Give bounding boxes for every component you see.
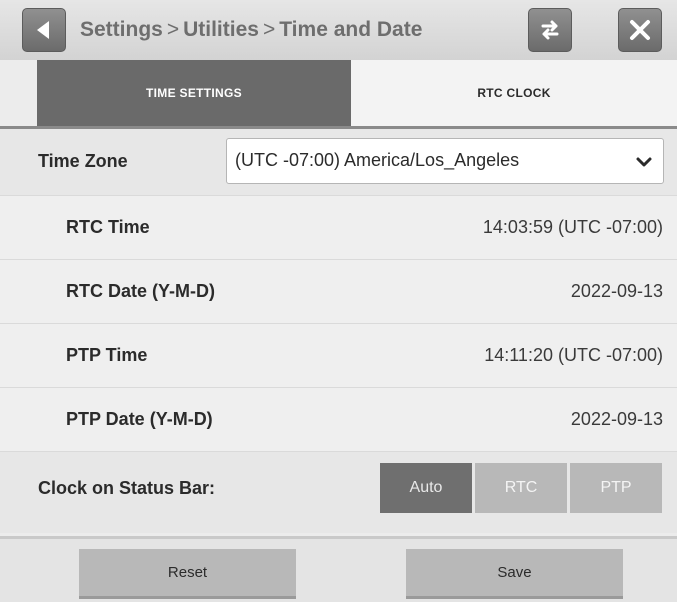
ptp-date-value: 2022-09-13 bbox=[570, 409, 663, 429]
breadcrumb-utilities[interactable]: Utilities bbox=[183, 18, 259, 41]
clock-status-bar-label: Clock on Status Bar: bbox=[38, 478, 216, 498]
tab-bar: TIME SETTINGS RTC CLOCK bbox=[0, 60, 677, 126]
close-icon bbox=[630, 20, 650, 40]
swap-button[interactable] bbox=[528, 8, 572, 52]
ptp-time-row: PTP Time 14:11:20 (UTC -07:00) bbox=[0, 323, 677, 387]
swap-arrows-icon bbox=[541, 20, 559, 40]
rtc-date-value: 2022-09-13 bbox=[570, 281, 663, 301]
ptp-date-label: PTP Date (Y-M-D) bbox=[66, 409, 213, 429]
chevron-down-icon bbox=[636, 157, 652, 167]
tab-time-settings[interactable]: TIME SETTINGS bbox=[37, 60, 351, 126]
time-zone-value: (UTC -07:00) America/Los_Angeles bbox=[235, 150, 520, 170]
breadcrumb-separator: > bbox=[262, 18, 276, 41]
ptp-time-value: 14:11:20 (UTC -07:00) bbox=[484, 345, 663, 365]
footer-bar: Reset Save bbox=[0, 539, 677, 602]
clock-status-bar-row: Clock on Status Bar: Auto RTC PTP bbox=[0, 451, 677, 533]
ptp-time-label: PTP Time bbox=[66, 345, 148, 365]
reset-button[interactable]: Reset bbox=[79, 549, 296, 599]
time-zone-select[interactable]: (UTC -07:00) America/Los_Angeles bbox=[226, 138, 664, 184]
clock-option-auto[interactable]: Auto bbox=[380, 463, 472, 513]
rtc-date-row: RTC Date (Y-M-D) 2022-09-13 bbox=[0, 259, 677, 323]
breadcrumb-time-and-date: Time and Date bbox=[279, 18, 423, 41]
breadcrumb-separator: > bbox=[166, 18, 180, 41]
time-zone-label: Time Zone bbox=[38, 151, 128, 171]
clock-option-rtc[interactable]: RTC bbox=[475, 463, 567, 513]
rtc-time-label: RTC Time bbox=[66, 217, 150, 237]
ptp-date-row: PTP Date (Y-M-D) 2022-09-13 bbox=[0, 387, 677, 451]
breadcrumb: Settings > Utilities > Time and Date bbox=[80, 18, 422, 42]
breadcrumb-settings[interactable]: Settings bbox=[80, 18, 163, 41]
back-button[interactable] bbox=[22, 8, 66, 52]
tab-rtc-clock[interactable]: RTC CLOCK bbox=[351, 60, 677, 126]
save-button[interactable]: Save bbox=[406, 549, 623, 599]
rtc-date-label: RTC Date (Y-M-D) bbox=[66, 281, 215, 301]
close-button[interactable] bbox=[618, 8, 662, 52]
rtc-time-row: RTC Time 14:03:59 (UTC -07:00) bbox=[0, 195, 677, 259]
clock-option-ptp[interactable]: PTP bbox=[570, 463, 662, 513]
rtc-time-value: 14:03:59 (UTC -07:00) bbox=[482, 217, 663, 237]
back-arrow-icon bbox=[37, 21, 49, 39]
title-bar: Settings > Utilities > Time and Date bbox=[0, 0, 677, 60]
